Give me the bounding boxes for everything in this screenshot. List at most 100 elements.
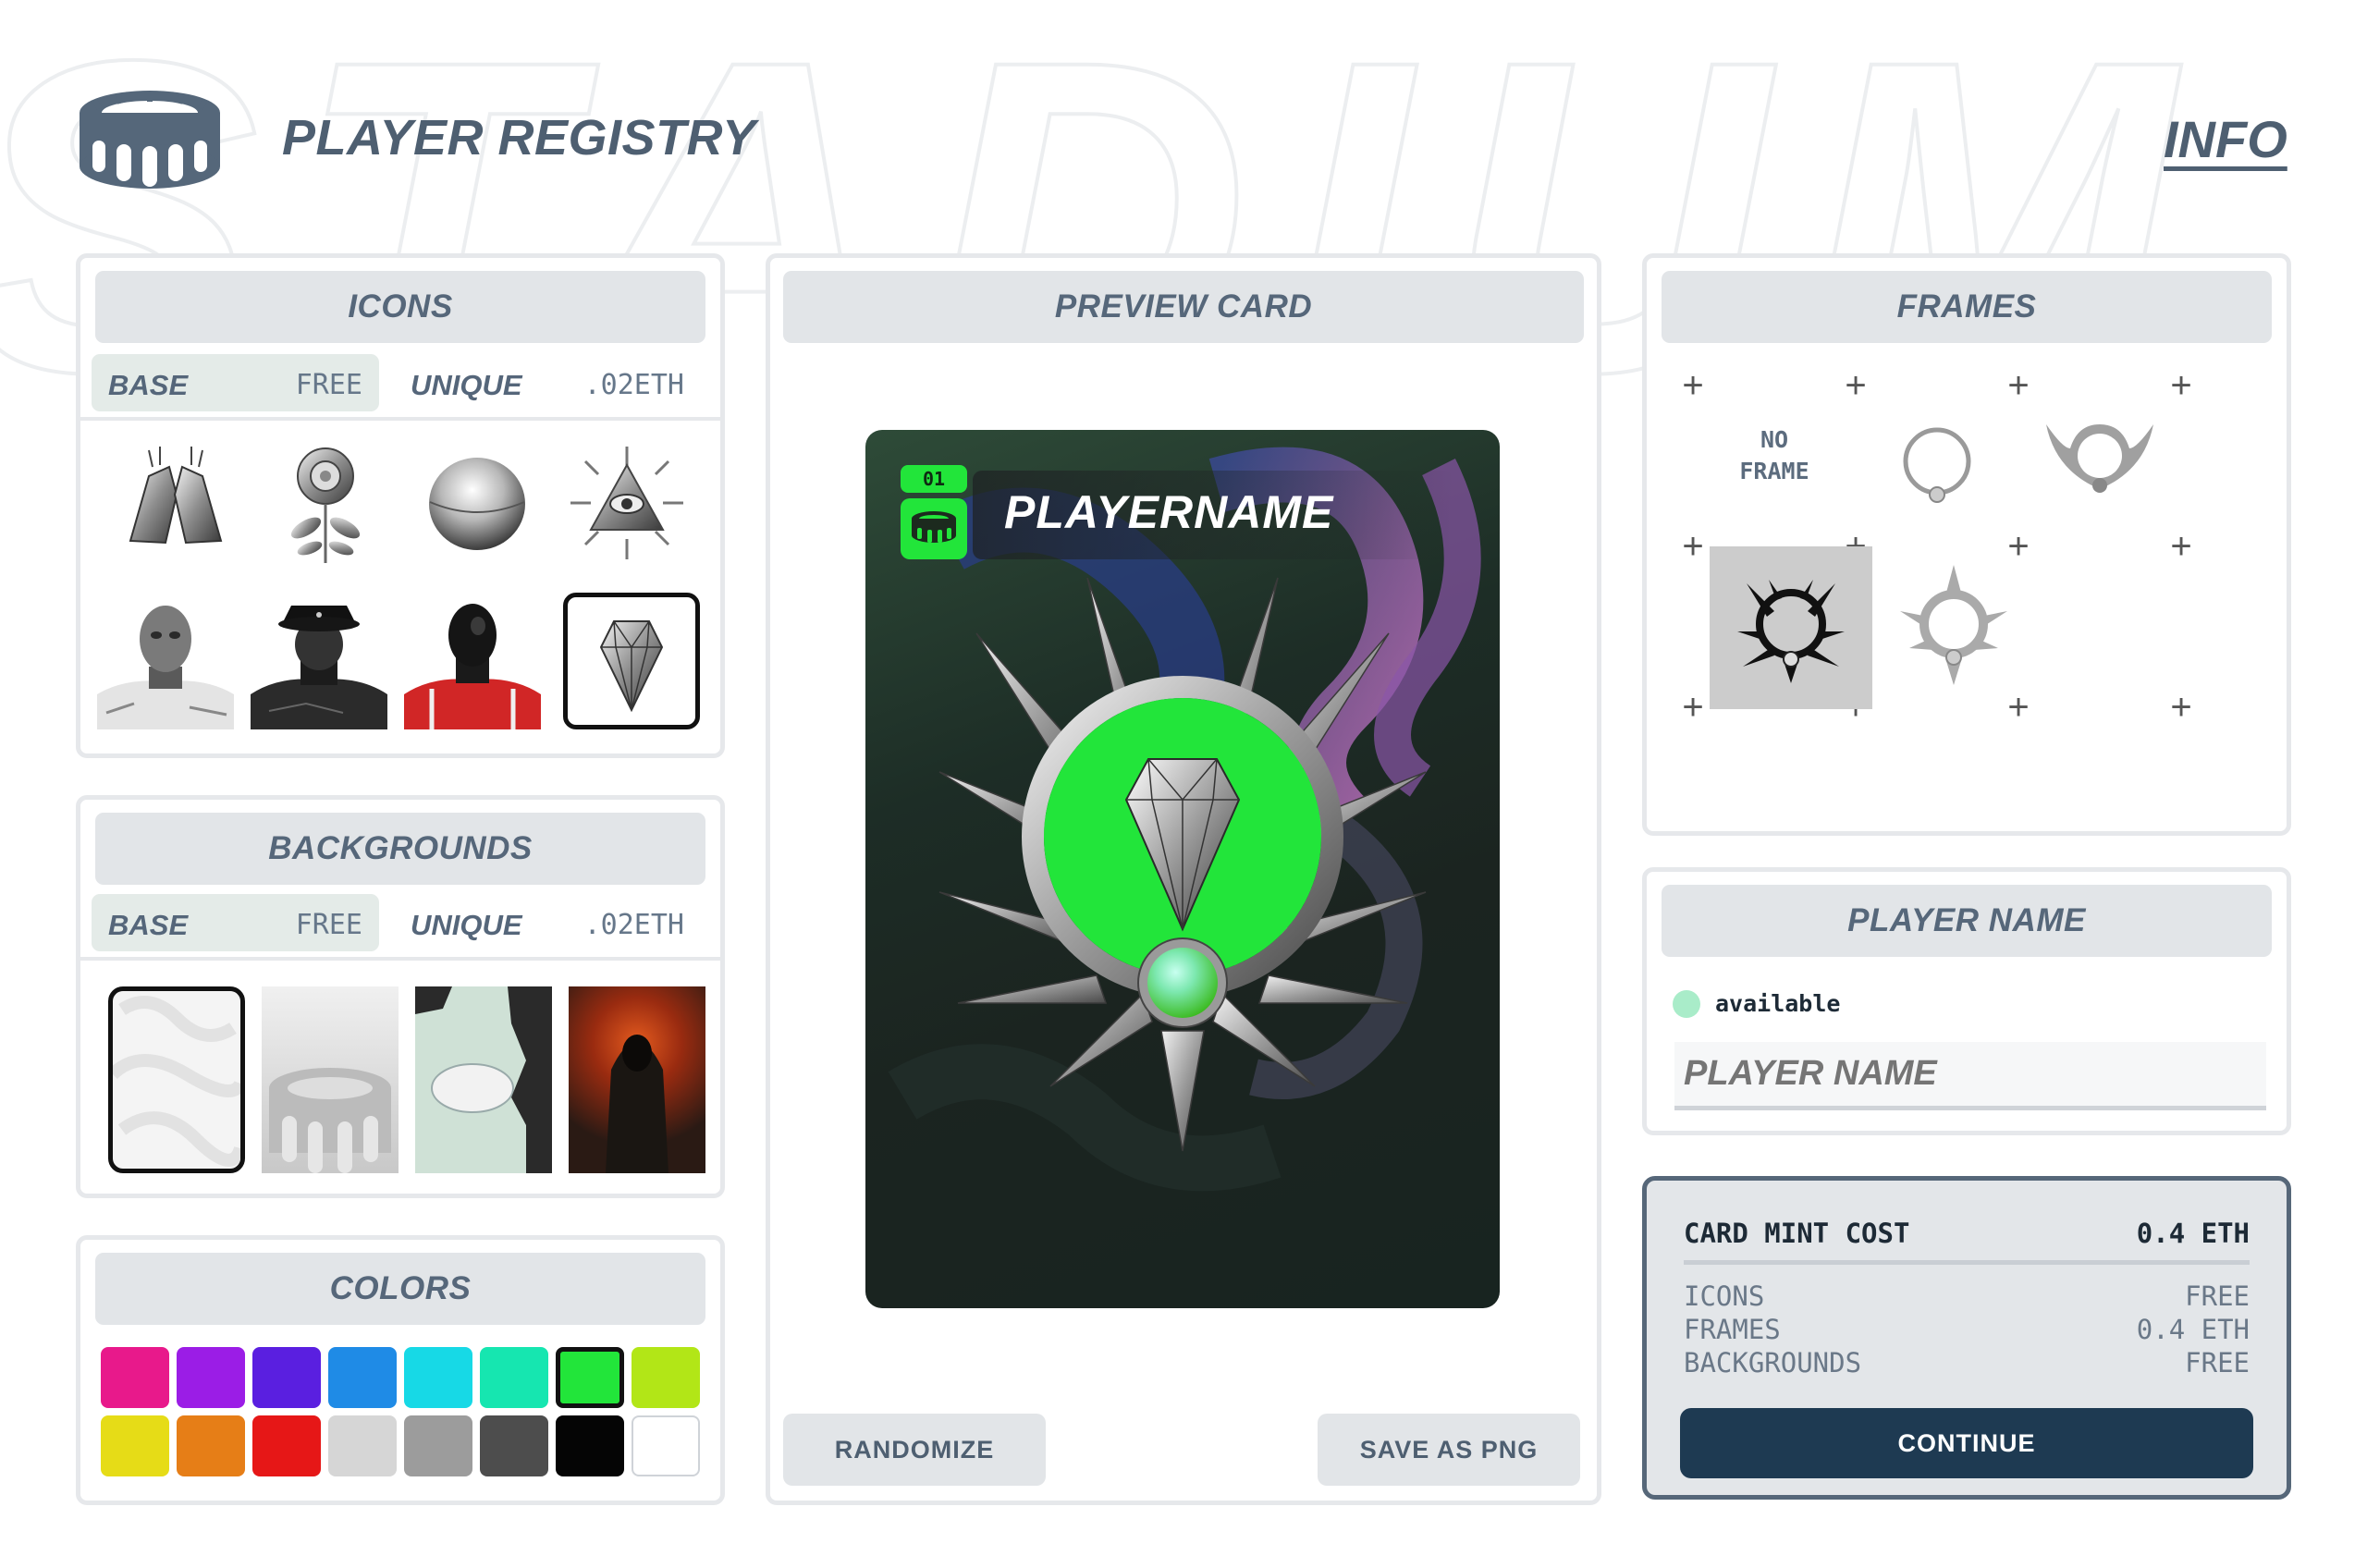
tab-price: .02ETH — [583, 909, 684, 941]
background-option-mint-stadium-lettering[interactable] — [415, 986, 552, 1173]
red-jersey-figure-icon — [404, 604, 541, 729]
thorn-frame-icon — [1737, 580, 1845, 683]
card-artwork — [888, 447, 1481, 1192]
color-swatch[interactable] — [556, 1347, 624, 1408]
icons-panel: ICONS BASE FREE UNIQUE .02ETH — [76, 253, 725, 758]
cost-row-value: FREE — [2185, 1347, 2250, 1378]
icon-option-diamond-gem[interactable] — [563, 593, 700, 729]
crosshair-mark: + — [1682, 687, 1704, 728]
eye-pyramid-icon — [570, 447, 683, 559]
name-availability-status: available — [1715, 990, 1841, 1017]
icons-tab-unique[interactable]: UNIQUE .02ETH — [394, 354, 701, 411]
continue-button[interactable]: CONTINUE — [1680, 1408, 2253, 1478]
bucket-hat-figure-icon — [251, 606, 387, 729]
icon-option-eye-pyramid[interactable] — [563, 439, 700, 576]
color-swatch[interactable] — [252, 1415, 321, 1476]
backgrounds-panel-header: BACKGROUNDS — [95, 813, 705, 885]
frame-option-wing[interactable] — [2018, 397, 2181, 535]
backgrounds-tab-base[interactable]: BASE FREE — [92, 894, 379, 951]
preview-panel-header: PREVIEW CARD — [783, 271, 1584, 343]
mint-cost-total: 0.4 ETH — [2136, 1218, 2250, 1249]
color-swatch[interactable] — [480, 1415, 548, 1476]
masked-figure-icon — [97, 606, 234, 729]
color-swatch[interactable] — [101, 1347, 169, 1408]
icon-option-rose[interactable] — [262, 439, 399, 576]
preview-panel: PREVIEW CARD 01 PLAYERNAME RANDOMIZE SAV… — [766, 253, 1601, 1505]
frame-option-no-frame[interactable]: NO FRAME — [1693, 397, 1856, 535]
icon-option-crossed-hands[interactable] — [112, 439, 249, 576]
colors-panel-header: COLORS — [95, 1253, 705, 1325]
frame-option-spiked[interactable] — [1872, 546, 2035, 709]
tab-label: BASE — [108, 369, 189, 401]
hooded-figure-thumbnail — [606, 1035, 668, 1173]
wing-frame-icon — [2046, 424, 2153, 493]
mint-lettering-thumbnail — [415, 986, 552, 1173]
cost-row-label: BACKGROUNDS — [1684, 1347, 1862, 1378]
icons-panel-header: ICONS — [95, 271, 705, 343]
player-name-panel-header: PLAYER NAME — [1662, 885, 2272, 957]
icon-option-bucket-hat-figure[interactable] — [251, 593, 387, 729]
icon-option-chrome-sphere[interactable] — [413, 439, 550, 576]
color-swatch[interactable] — [252, 1347, 321, 1408]
color-swatch[interactable] — [404, 1415, 472, 1476]
backgrounds-panel: BACKGROUNDS BASE FREE UNIQUE .02ETH — [76, 795, 725, 1198]
icons-tab-base[interactable]: BASE FREE — [92, 354, 379, 411]
mint-cost-panel: CARD MINT COST 0.4 ETH ICONS FREE FRAMES… — [1642, 1176, 2291, 1500]
color-swatch[interactable] — [328, 1415, 397, 1476]
frames-panel: FRAMES + + + + + + + + + + + + NO FRAME — [1642, 253, 2291, 836]
rose-icon — [290, 447, 361, 563]
cost-row-label: ICONS — [1684, 1280, 1765, 1312]
icon-option-red-jersey-figure[interactable] — [404, 593, 541, 729]
color-swatch[interactable] — [556, 1415, 624, 1476]
frame-option-thorn[interactable] — [1710, 546, 1872, 709]
cost-row-value: FREE — [2185, 1280, 2250, 1312]
ring-frame-icon — [1903, 427, 1971, 503]
player-name-input[interactable] — [1674, 1042, 2266, 1110]
background-option-gray-stadium[interactable] — [262, 986, 399, 1173]
backgrounds-tab-unique[interactable]: UNIQUE .02ETH — [394, 894, 701, 951]
icon-option-masked-figure[interactable] — [97, 593, 234, 729]
stadium-logo-icon — [80, 91, 220, 189]
color-swatch[interactable] — [480, 1347, 548, 1408]
chrome-sphere-icon — [429, 458, 525, 550]
cost-row-value: 0.4 ETH — [2136, 1314, 2250, 1345]
card-player-name: PLAYERNAME — [1004, 486, 1334, 538]
tab-divider — [80, 957, 720, 961]
background-option-hooded-figure-red[interactable] — [569, 986, 705, 1173]
tab-label: UNIQUE — [411, 369, 522, 401]
white-pattern-thumbnail — [113, 996, 240, 1167]
diamond-gem-icon — [599, 620, 664, 713]
frame-option-ring[interactable] — [1856, 397, 2018, 535]
no-frame-label: NO FRAME — [1739, 426, 1809, 484]
stadium-icon — [912, 511, 956, 543]
info-link[interactable]: INFO — [2164, 109, 2287, 169]
tab-price: .02ETH — [583, 369, 684, 401]
color-swatch[interactable] — [328, 1347, 397, 1408]
status-dot — [1673, 990, 1700, 1018]
color-swatch[interactable] — [177, 1347, 245, 1408]
colors-panel: COLORS — [76, 1235, 725, 1505]
crossed-hands-icon — [129, 447, 223, 545]
mint-cost-title: CARD MINT COST — [1684, 1218, 1910, 1249]
player-name-panel: PLAYER NAME available — [1642, 867, 2291, 1135]
color-swatch[interactable] — [404, 1347, 472, 1408]
save-png-button[interactable]: SAVE AS PNG — [1318, 1414, 1580, 1486]
cost-row-label: FRAMES — [1684, 1314, 1781, 1345]
color-swatch[interactable] — [177, 1415, 245, 1476]
card-number-badge: 01 — [901, 465, 967, 493]
background-option-white-pattern[interactable] — [108, 986, 245, 1173]
tab-price: FREE — [295, 369, 362, 401]
card-logo-badge — [901, 498, 967, 559]
color-swatch[interactable] — [632, 1347, 700, 1408]
tab-divider — [80, 417, 720, 421]
randomize-button[interactable]: RANDOMIZE — [783, 1414, 1046, 1486]
color-swatch[interactable] — [101, 1415, 169, 1476]
cost-divider — [1684, 1260, 2250, 1265]
page-title: PLAYER REGISTRY — [282, 110, 756, 165]
frames-panel-header: FRAMES — [1662, 271, 2272, 343]
tab-label: UNIQUE — [411, 909, 522, 941]
crosshair-mark: + — [2170, 687, 2192, 728]
tab-price: FREE — [295, 909, 362, 941]
color-swatch[interactable] — [632, 1415, 700, 1476]
spiked-frame-icon — [1900, 565, 2007, 685]
